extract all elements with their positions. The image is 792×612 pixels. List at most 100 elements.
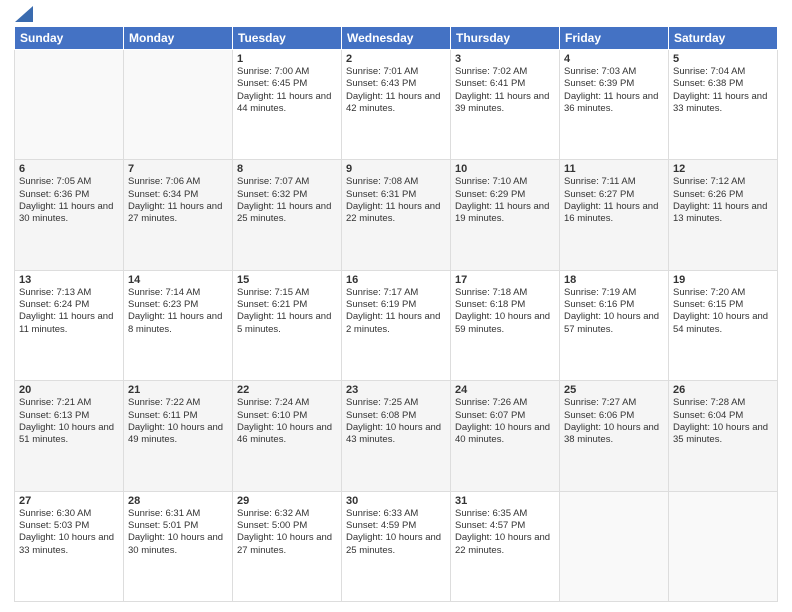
day-info: Sunrise: 7:13 AM [19, 287, 119, 299]
day-info: Daylight: 10 hours and 22 minutes. [455, 532, 555, 557]
day-info: Sunrise: 7:01 AM [346, 66, 446, 78]
day-info: Sunrise: 7:00 AM [237, 66, 337, 78]
day-info: Daylight: 10 hours and 51 minutes. [19, 422, 119, 447]
day-info: Daylight: 11 hours and 8 minutes. [128, 311, 228, 336]
calendar-cell: 28Sunrise: 6:31 AMSunset: 5:01 PMDayligh… [124, 491, 233, 601]
day-info: Sunrise: 7:12 AM [673, 176, 773, 188]
calendar-table: SundayMondayTuesdayWednesdayThursdayFrid… [14, 26, 778, 602]
day-info: Daylight: 11 hours and 25 minutes. [237, 201, 337, 226]
day-number: 10 [455, 163, 555, 175]
day-number: 22 [237, 384, 337, 396]
day-info: Sunset: 6:24 PM [19, 299, 119, 311]
calendar-cell [15, 50, 124, 160]
day-number: 28 [128, 495, 228, 507]
calendar-cell [560, 491, 669, 601]
day-info: Sunset: 6:27 PM [564, 189, 664, 201]
day-info: Sunrise: 6:31 AM [128, 508, 228, 520]
day-info: Sunrise: 7:26 AM [455, 397, 555, 409]
calendar-cell [124, 50, 233, 160]
day-info: Sunrise: 7:20 AM [673, 287, 773, 299]
day-info: Sunrise: 7:08 AM [346, 176, 446, 188]
day-info: Sunset: 6:15 PM [673, 299, 773, 311]
day-number: 31 [455, 495, 555, 507]
day-info: Sunrise: 7:03 AM [564, 66, 664, 78]
calendar-cell: 5Sunrise: 7:04 AMSunset: 6:38 PMDaylight… [669, 50, 778, 160]
day-info: Sunset: 4:59 PM [346, 520, 446, 532]
day-number: 9 [346, 163, 446, 175]
day-info: Sunset: 6:04 PM [673, 410, 773, 422]
calendar-cell: 14Sunrise: 7:14 AMSunset: 6:23 PMDayligh… [124, 270, 233, 380]
day-info: Sunset: 6:39 PM [564, 78, 664, 90]
day-info: Sunrise: 7:25 AM [346, 397, 446, 409]
day-info: Sunset: 6:36 PM [19, 189, 119, 201]
day-info: Sunrise: 7:14 AM [128, 287, 228, 299]
day-info: Sunrise: 7:04 AM [673, 66, 773, 78]
day-info: Sunrise: 7:21 AM [19, 397, 119, 409]
calendar-cell: 4Sunrise: 7:03 AMSunset: 6:39 PMDaylight… [560, 50, 669, 160]
day-info: Daylight: 10 hours and 27 minutes. [237, 532, 337, 557]
day-number: 3 [455, 53, 555, 65]
day-info: Daylight: 10 hours and 30 minutes. [128, 532, 228, 557]
day-info: Sunset: 6:38 PM [673, 78, 773, 90]
day-info: Sunset: 6:43 PM [346, 78, 446, 90]
calendar-cell: 12Sunrise: 7:12 AMSunset: 6:26 PMDayligh… [669, 160, 778, 270]
day-number: 24 [455, 384, 555, 396]
calendar-cell: 11Sunrise: 7:11 AMSunset: 6:27 PMDayligh… [560, 160, 669, 270]
day-header-sunday: Sunday [15, 27, 124, 50]
day-header-wednesday: Wednesday [342, 27, 451, 50]
day-info: Sunset: 4:57 PM [455, 520, 555, 532]
calendar-cell: 18Sunrise: 7:19 AMSunset: 6:16 PMDayligh… [560, 270, 669, 380]
day-info: Sunrise: 7:19 AM [564, 287, 664, 299]
calendar-cell: 21Sunrise: 7:22 AMSunset: 6:11 PMDayligh… [124, 381, 233, 491]
day-info: Daylight: 10 hours and 35 minutes. [673, 422, 773, 447]
calendar-page: SundayMondayTuesdayWednesdayThursdayFrid… [0, 0, 792, 612]
day-number: 7 [128, 163, 228, 175]
calendar-cell: 23Sunrise: 7:25 AMSunset: 6:08 PMDayligh… [342, 381, 451, 491]
day-number: 20 [19, 384, 119, 396]
day-info: Sunset: 6:07 PM [455, 410, 555, 422]
day-info: Sunset: 6:26 PM [673, 189, 773, 201]
calendar-week-row: 27Sunrise: 6:30 AMSunset: 5:03 PMDayligh… [15, 491, 778, 601]
day-info: Sunrise: 7:06 AM [128, 176, 228, 188]
day-header-monday: Monday [124, 27, 233, 50]
day-info: Sunset: 6:06 PM [564, 410, 664, 422]
day-number: 30 [346, 495, 446, 507]
day-info: Daylight: 10 hours and 59 minutes. [455, 311, 555, 336]
day-number: 16 [346, 274, 446, 286]
day-info: Daylight: 10 hours and 57 minutes. [564, 311, 664, 336]
day-info: Sunset: 6:34 PM [128, 189, 228, 201]
day-info: Sunset: 6:10 PM [237, 410, 337, 422]
day-info: Sunset: 5:03 PM [19, 520, 119, 532]
day-info: Daylight: 11 hours and 13 minutes. [673, 201, 773, 226]
calendar-cell: 13Sunrise: 7:13 AMSunset: 6:24 PMDayligh… [15, 270, 124, 380]
calendar-cell: 1Sunrise: 7:00 AMSunset: 6:45 PMDaylight… [233, 50, 342, 160]
calendar-cell: 2Sunrise: 7:01 AMSunset: 6:43 PMDaylight… [342, 50, 451, 160]
day-number: 8 [237, 163, 337, 175]
day-info: Sunset: 6:19 PM [346, 299, 446, 311]
day-info: Daylight: 11 hours and 5 minutes. [237, 311, 337, 336]
calendar-cell: 6Sunrise: 7:05 AMSunset: 6:36 PMDaylight… [15, 160, 124, 270]
day-number: 12 [673, 163, 773, 175]
calendar-cell: 16Sunrise: 7:17 AMSunset: 6:19 PMDayligh… [342, 270, 451, 380]
day-info: Daylight: 11 hours and 16 minutes. [564, 201, 664, 226]
day-info: Sunset: 6:21 PM [237, 299, 337, 311]
day-header-friday: Friday [560, 27, 669, 50]
day-number: 6 [19, 163, 119, 175]
day-info: Daylight: 10 hours and 49 minutes. [128, 422, 228, 447]
day-info: Sunrise: 7:27 AM [564, 397, 664, 409]
day-number: 4 [564, 53, 664, 65]
day-info: Sunset: 6:32 PM [237, 189, 337, 201]
day-info: Sunrise: 7:02 AM [455, 66, 555, 78]
day-info: Daylight: 11 hours and 39 minutes. [455, 91, 555, 116]
day-info: Sunrise: 7:28 AM [673, 397, 773, 409]
day-number: 2 [346, 53, 446, 65]
day-number: 15 [237, 274, 337, 286]
day-number: 5 [673, 53, 773, 65]
calendar-week-row: 20Sunrise: 7:21 AMSunset: 6:13 PMDayligh… [15, 381, 778, 491]
day-number: 19 [673, 274, 773, 286]
day-header-thursday: Thursday [451, 27, 560, 50]
calendar-cell: 24Sunrise: 7:26 AMSunset: 6:07 PMDayligh… [451, 381, 560, 491]
calendar-cell: 29Sunrise: 6:32 AMSunset: 5:00 PMDayligh… [233, 491, 342, 601]
day-info: Sunset: 5:00 PM [237, 520, 337, 532]
day-info: Daylight: 10 hours and 40 minutes. [455, 422, 555, 447]
